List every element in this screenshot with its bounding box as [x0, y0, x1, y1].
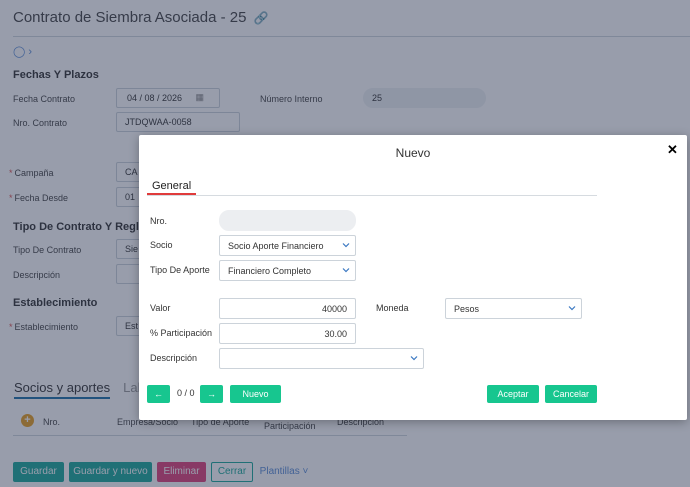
socio-label: Socio: [150, 240, 173, 250]
prev-button[interactable]: ←: [147, 385, 170, 403]
tab-divider: [147, 195, 597, 196]
arrow-left-icon: ←: [154, 389, 163, 399]
nuevo-modal: Nuevo ✕ General Nro. Socio Socio Aporte …: [139, 135, 687, 420]
close-icon[interactable]: ✕: [667, 142, 678, 158]
chevron-down-icon: [410, 356, 418, 361]
participacion-input[interactable]: 30.00: [219, 323, 356, 344]
tipo-aporte-select[interactable]: Financiero Completo: [219, 260, 356, 281]
valor-input[interactable]: 40000: [219, 298, 356, 319]
tipo-aporte-label: Tipo De Aporte: [150, 265, 210, 275]
next-button[interactable]: →: [200, 385, 223, 403]
nro-input[interactable]: [219, 210, 356, 231]
nro-label: Nro.: [150, 216, 168, 226]
chevron-down-icon: [568, 306, 576, 311]
modal-title: Nuevo: [395, 146, 431, 160]
cancelar-button[interactable]: Cancelar: [545, 385, 597, 403]
nuevo-button[interactable]: Nuevo: [230, 385, 281, 403]
socio-select[interactable]: Socio Aporte Financiero: [219, 235, 356, 256]
pager-text: 0 / 0: [177, 388, 195, 398]
chevron-down-icon: [342, 268, 350, 273]
tab-general[interactable]: General: [152, 180, 191, 192]
moneda-select[interactable]: Pesos: [445, 298, 582, 319]
participacion-label: % Participación: [150, 328, 213, 338]
descripcion-label: Descripción: [150, 353, 198, 363]
chevron-down-icon: [342, 243, 350, 248]
aceptar-button[interactable]: Aceptar: [487, 385, 539, 403]
arrow-right-icon: →: [207, 389, 216, 399]
moneda-value: Pesos: [454, 304, 480, 314]
socio-value: Socio Aporte Financiero: [228, 241, 324, 251]
valor-label: Valor: [150, 303, 171, 313]
tipo-aporte-value: Financiero Completo: [228, 266, 312, 276]
descripcion-select[interactable]: [219, 348, 424, 369]
moneda-label: Moneda: [376, 303, 409, 313]
